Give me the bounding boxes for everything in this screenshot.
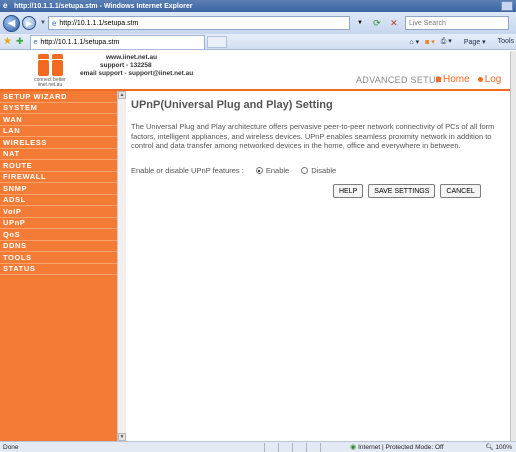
sidebar-item-nat[interactable]: NAT (0, 149, 117, 160)
contact-website: www.iinet.net.au (106, 54, 158, 61)
page-menu-label: Page (463, 38, 481, 46)
upnp-description: The Universal Plug and Play architecture… (131, 122, 495, 151)
page-header: connect better iinet.net.au www.iinet.ne… (0, 51, 510, 90)
address-bar[interactable]: e http://10.1.1.1/setupa.stm (47, 16, 350, 30)
main-content: UPnP(Universal Plug and Play) Setting Th… (126, 91, 510, 441)
tab-page-icon: e (33, 38, 38, 46)
scroll-down-arrow-icon[interactable]: ▼ (118, 433, 126, 441)
stop-icon[interactable]: ✕ (387, 16, 401, 30)
status-cells (264, 443, 334, 452)
favorites-star-icon[interactable]: ★ (3, 36, 12, 47)
scroll-up-arrow-icon[interactable]: ▲ (118, 91, 126, 99)
command-bar: ⌂ ▾ ◙ ▾ ⎙ ▾ Page ▾ Tools (403, 37, 514, 46)
sidebar-item-wan[interactable]: WAN (0, 114, 117, 126)
sidebar-item-voip[interactable]: VoIP (0, 206, 117, 218)
disable-radio-dot[interactable] (301, 167, 309, 174)
cancel-button[interactable]: CANCEL (440, 184, 481, 198)
globe-icon: ◉ (350, 444, 357, 451)
sidebar-item-ddns[interactable]: DDNS (0, 241, 117, 252)
security-zone[interactable]: ◉ Internet | Protected Mode: Off (350, 443, 444, 452)
window-titlebar: e http://10.1.1.1/setupa.stm - Windows I… (0, 0, 516, 12)
search-input[interactable]: Live Search (404, 16, 509, 30)
ie-logo-icon: e (3, 1, 8, 10)
sidebar-item-adsl[interactable]: ADSL (0, 195, 117, 206)
save-settings-button[interactable]: SAVE SETTINGS (368, 184, 436, 198)
history-dropdown-icon[interactable]: ▼ (40, 20, 46, 26)
ii-logo-icon (37, 54, 65, 76)
circle-bullet-icon (477, 76, 483, 82)
disable-radio[interactable]: Disable (301, 166, 336, 175)
feeds-icon[interactable]: ◙ ▾ (425, 38, 435, 46)
tools-menu[interactable]: Tools (492, 38, 514, 45)
advanced-setup-label: ADVANCED SETUP (356, 75, 443, 85)
sidebar-item-qos[interactable]: QoS (0, 229, 117, 241)
sidebar-item-upnp[interactable]: UPnP (0, 218, 117, 229)
upnp-setting-row: Enable or disable UPnP features : Enable… (131, 166, 336, 175)
enable-radio[interactable]: Enable (255, 166, 290, 175)
tools-menu-label: Tools (497, 38, 514, 45)
contact-email: email support - support@iinet.net.au (80, 70, 194, 77)
zoom-level[interactable]: 🔍︎ 100% (485, 443, 512, 451)
home-link[interactable]: Home (436, 74, 470, 85)
refresh-icon[interactable]: ⟳ (370, 16, 384, 30)
add-favorite-icon[interactable]: ✚ (16, 36, 24, 47)
square-bullet-icon (436, 76, 441, 82)
enable-radio-label: Enable (265, 166, 290, 175)
upnp-setting-label: Enable or disable UPnP features : (131, 166, 244, 175)
logo-tagline: connect better iinet.net.au (34, 77, 66, 88)
security-zone-label: Internet | Protected Mode: Off (358, 443, 444, 451)
tab-label: http://10.1.1.1/setupa.stm (40, 38, 120, 46)
minimize-button[interactable] (501, 1, 513, 11)
sidebar-item-lan[interactable]: LAN (0, 126, 117, 137)
page-menu[interactable]: Page ▾ (458, 38, 486, 46)
sidebar-item-setup-wizard[interactable]: SETUP WIZARD (0, 91, 117, 103)
enable-radio-dot[interactable] (255, 167, 263, 174)
contact-phone: support - 132258 (100, 62, 152, 69)
header-nav: Home Log (436, 74, 501, 85)
sidebar-item-status[interactable]: STATUS (0, 264, 117, 275)
back-button[interactable]: ◀ (3, 14, 20, 32)
sidebar-item-tools[interactable]: TOOLS (0, 252, 117, 264)
sidebar-item-wireless[interactable]: WIRELESS (0, 137, 117, 149)
address-toolbar: ◀ ▶ ▼ e http://10.1.1.1/setupa.stm ▼ ⟳ ✕… (0, 12, 516, 34)
search-placeholder: Live Search (408, 19, 446, 27)
home-icon[interactable]: ⌂ ▾ (409, 38, 419, 46)
sidebar-scrollbar[interactable]: ▲ ▼ (117, 91, 126, 441)
iinet-logo: connect better iinet.net.au (20, 54, 80, 88)
browser-tab[interactable]: e http://10.1.1.1/setupa.stm (29, 34, 205, 49)
tab-toolbar: ★ ✚ e http://10.1.1.1/setupa.stm ⌂ ▾ ◙ ▾… (0, 34, 516, 50)
help-button[interactable]: HELP (333, 184, 364, 198)
sidebar-menu: SETUP WIZARD SYSTEM WAN LAN WIRELESS NAT… (0, 91, 117, 441)
logout-link[interactable]: Log (470, 74, 501, 85)
disable-radio-label: Disable (311, 166, 337, 175)
action-buttons: HELP SAVE SETTINGS CANCEL (333, 184, 486, 198)
status-bar: Done ◉ Internet | Protected Mode: Off 🔍︎… (0, 441, 516, 452)
forward-button[interactable]: ▶ (22, 16, 36, 30)
address-text: http://10.1.1.1/setupa.stm (59, 19, 139, 27)
new-tab-button[interactable] (206, 35, 227, 48)
page-icon: e (51, 18, 57, 28)
page-title: UPnP(Universal Plug and Play) Setting (131, 99, 333, 111)
window-title: http://10.1.1.1/setupa.stm - Windows Int… (14, 2, 193, 10)
sidebar-item-firewall[interactable]: FIREWALL (0, 172, 117, 183)
sidebar-item-route[interactable]: ROUTE (0, 160, 117, 172)
print-icon[interactable]: ⎙ ▾ (441, 37, 452, 46)
status-text: Done (3, 443, 19, 451)
sidebar-item-snmp[interactable]: SNMP (0, 183, 117, 195)
contact-info: www.iinet.net.au support - 132258 email … (80, 54, 193, 78)
address-dropdown-icon[interactable]: ▼ (353, 16, 367, 30)
page-scrollbar[interactable] (510, 51, 516, 441)
sidebar-item-system[interactable]: SYSTEM (0, 103, 117, 114)
